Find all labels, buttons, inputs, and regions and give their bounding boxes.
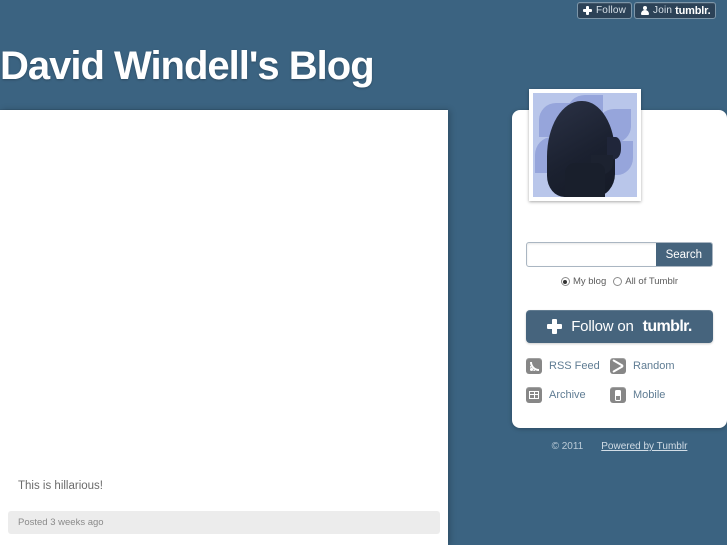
follow-button-topbar-label: Follow	[596, 5, 627, 16]
sidebar-link-rss-feed[interactable]: RSS Feed	[526, 358, 610, 374]
search-scope-all-tumblr-label: All of Tumblr	[625, 276, 679, 287]
search-row: Search	[526, 242, 713, 267]
sidebar: Search My blog All of Tumblr Follow on t…	[512, 89, 727, 452]
sidebar-link-archive[interactable]: Archive	[526, 387, 610, 403]
shuffle-icon	[610, 358, 626, 374]
follow-on-tumblr-label: Follow on	[571, 318, 634, 335]
join-button-brand: tumblr.	[675, 4, 711, 17]
radio-icon-selected[interactable]	[560, 277, 570, 286]
sidebar-link-label: Mobile	[633, 389, 666, 401]
avatar-neck	[565, 163, 605, 197]
rss-icon	[526, 358, 542, 374]
search-button[interactable]: Search	[655, 243, 712, 266]
archive-icon	[526, 387, 542, 403]
search-scope-my-blog-label: My blog	[572, 276, 607, 287]
post-caption: This is hillarious!	[18, 480, 103, 492]
main-content-column: This is hillarious! Posted 3 weeks ago	[0, 110, 448, 545]
sidebar-footer: © 2011 Powered by Tumblr	[512, 441, 727, 452]
powered-by-tumblr-link[interactable]: Powered by Tumblr	[601, 441, 687, 452]
plus-icon	[547, 319, 563, 334]
mobile-icon	[610, 387, 626, 403]
follow-on-tumblr-button[interactable]: Follow on tumblr.	[526, 310, 713, 343]
follow-on-tumblr-brand: tumblr.	[642, 317, 693, 335]
search-scope-options: My blog All of Tumblr	[526, 276, 713, 287]
sidebar-link-label: Random	[633, 360, 675, 372]
sidebar-links: RSS Feed Random Archive Mobile	[526, 358, 716, 403]
sidebar-panel: Search My blog All of Tumblr Follow on t…	[512, 89, 727, 428]
radio-icon[interactable]	[613, 277, 623, 286]
post-meta-bar: Posted 3 weeks ago	[8, 511, 440, 534]
search-scope-my-blog[interactable]: My blog	[560, 276, 607, 287]
page-title[interactable]: David Windell's Blog	[0, 46, 375, 86]
post-timestamp: Posted 3 weeks ago	[18, 517, 104, 528]
post: This is hillarious! Posted 3 weeks ago	[0, 110, 448, 534]
sidebar-link-mobile[interactable]: Mobile	[610, 387, 716, 403]
avatar[interactable]	[529, 89, 641, 201]
sidebar-link-label: RSS Feed	[549, 360, 600, 372]
join-button-label: Join	[653, 5, 673, 16]
post-photo[interactable]	[0, 110, 448, 470]
copyright-text: © 2011	[551, 441, 584, 452]
sidebar-link-label: Archive	[549, 389, 586, 401]
join-tumblr-button[interactable]: Join tumblr.	[634, 2, 717, 19]
person-icon	[640, 5, 649, 16]
plus-icon	[583, 6, 592, 15]
tumblr-top-bar: Follow Join tumblr.	[0, 0, 727, 21]
sidebar-link-random[interactable]: Random	[610, 358, 716, 374]
search-scope-all-tumblr[interactable]: All of Tumblr	[613, 276, 678, 287]
follow-button-topbar[interactable]: Follow	[577, 2, 633, 19]
avatar-image	[533, 93, 637, 197]
blog-header: David Windell's Blog	[0, 21, 470, 110]
